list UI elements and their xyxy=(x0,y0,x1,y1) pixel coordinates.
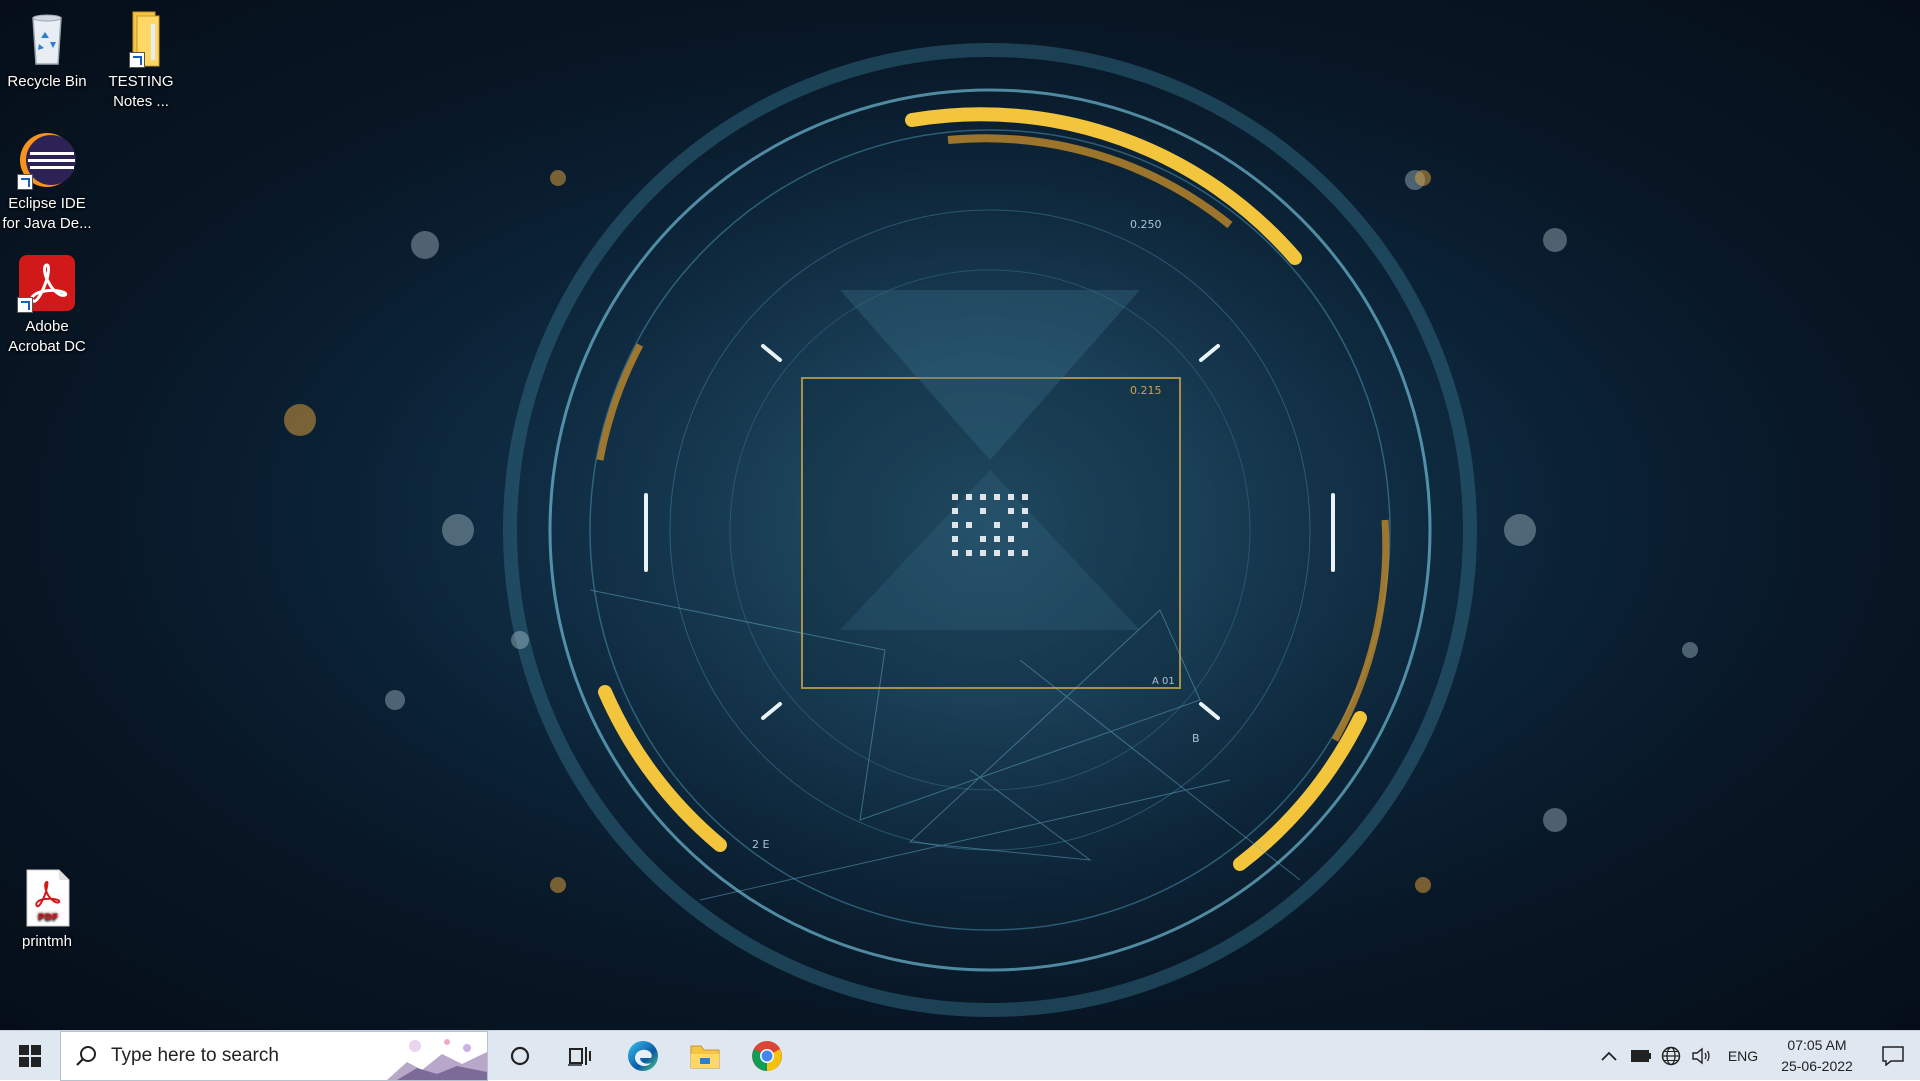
search-placeholder: Type here to search xyxy=(111,1045,279,1066)
wallpaper-readout: B xyxy=(1192,732,1200,745)
input-language-button[interactable]: ENG xyxy=(1722,1031,1764,1081)
taskbar-app-file-explorer[interactable] xyxy=(680,1031,730,1081)
clock-button[interactable]: 07:05 AM 25-06-2022 xyxy=(1766,1031,1868,1081)
desktop[interactable]: 0.250 0.215 A 01 B 2 E Recycle Bin TESTI… xyxy=(0,0,1920,1030)
search-icon xyxy=(76,1046,96,1066)
battery-icon xyxy=(1631,1050,1651,1062)
edge-icon xyxy=(628,1041,658,1071)
pdf-file-icon: PDF xyxy=(17,868,77,928)
globe-network-icon xyxy=(1661,1046,1681,1066)
shortcut-arrow-icon xyxy=(17,174,33,190)
desktop-icon-acrobat[interactable]: Adobe Acrobat DC xyxy=(0,253,94,357)
desktop-icon-recycle-bin[interactable]: Recycle Bin xyxy=(0,8,94,92)
taskbar-search-box[interactable]: Type here to search xyxy=(60,1031,488,1081)
shortcut-arrow-icon xyxy=(129,52,145,68)
task-view-icon xyxy=(568,1047,591,1066)
volume-button[interactable] xyxy=(1688,1031,1714,1081)
battery-button[interactable] xyxy=(1628,1031,1654,1081)
cortana-icon xyxy=(510,1046,530,1066)
start-button[interactable] xyxy=(0,1031,60,1081)
desktop-icon-testing-notes[interactable]: TESTING Notes ... xyxy=(94,8,188,112)
show-hidden-icons-button[interactable] xyxy=(1596,1031,1622,1081)
cortana-button[interactable] xyxy=(496,1031,544,1081)
desktop-icon-label: Eclipse IDE for Java De... xyxy=(2,195,92,232)
desktop-icon-label: printmh xyxy=(21,933,73,950)
windows-logo-icon xyxy=(19,1045,41,1067)
desktop-icon-printmh[interactable]: PDF printmh xyxy=(0,868,94,952)
folder-icon xyxy=(111,8,171,68)
eclipse-icon xyxy=(17,130,77,190)
clock-time: 07:05 AM xyxy=(1787,1037,1847,1053)
shortcut-arrow-icon xyxy=(17,297,33,313)
network-button[interactable] xyxy=(1658,1031,1684,1081)
taskbar-app-chrome[interactable] xyxy=(742,1031,792,1081)
desktop-icon-label: Recycle Bin xyxy=(7,73,87,90)
speaker-icon xyxy=(1692,1047,1710,1065)
notification-icon xyxy=(1882,1046,1904,1066)
wallpaper-readout: 0.250 xyxy=(1130,218,1162,231)
clock-date: 25-06-2022 xyxy=(1781,1058,1853,1074)
wallpaper-readout: A 01 xyxy=(1152,676,1175,687)
taskbar-app-edge[interactable] xyxy=(618,1031,668,1081)
chevron-up-icon xyxy=(1601,1051,1617,1061)
search-highlight-image xyxy=(387,1032,487,1080)
desktop-icon-eclipse[interactable]: Eclipse IDE for Java De... xyxy=(0,130,94,234)
task-view-button[interactable] xyxy=(556,1031,604,1081)
acrobat-icon xyxy=(17,253,77,313)
desktop-icon-label: TESTING Notes ... xyxy=(108,73,174,110)
file-explorer-icon xyxy=(690,1045,720,1069)
taskbar: Type here to search ENG 07:05 AM 25-06-2… xyxy=(0,1030,1920,1081)
wallpaper-readout: 0.215 xyxy=(1130,384,1162,397)
wallpaper-readout: 2 E xyxy=(752,838,769,851)
chrome-icon xyxy=(752,1041,782,1071)
notification-center-button[interactable] xyxy=(1866,1031,1920,1081)
wallpaper: 0.250 0.215 A 01 B 2 E xyxy=(284,10,1698,1030)
recycle-bin-icon xyxy=(17,8,77,68)
desktop-icon-label: Adobe Acrobat DC xyxy=(8,318,86,355)
svg-text:PDF: PDF xyxy=(38,913,58,923)
